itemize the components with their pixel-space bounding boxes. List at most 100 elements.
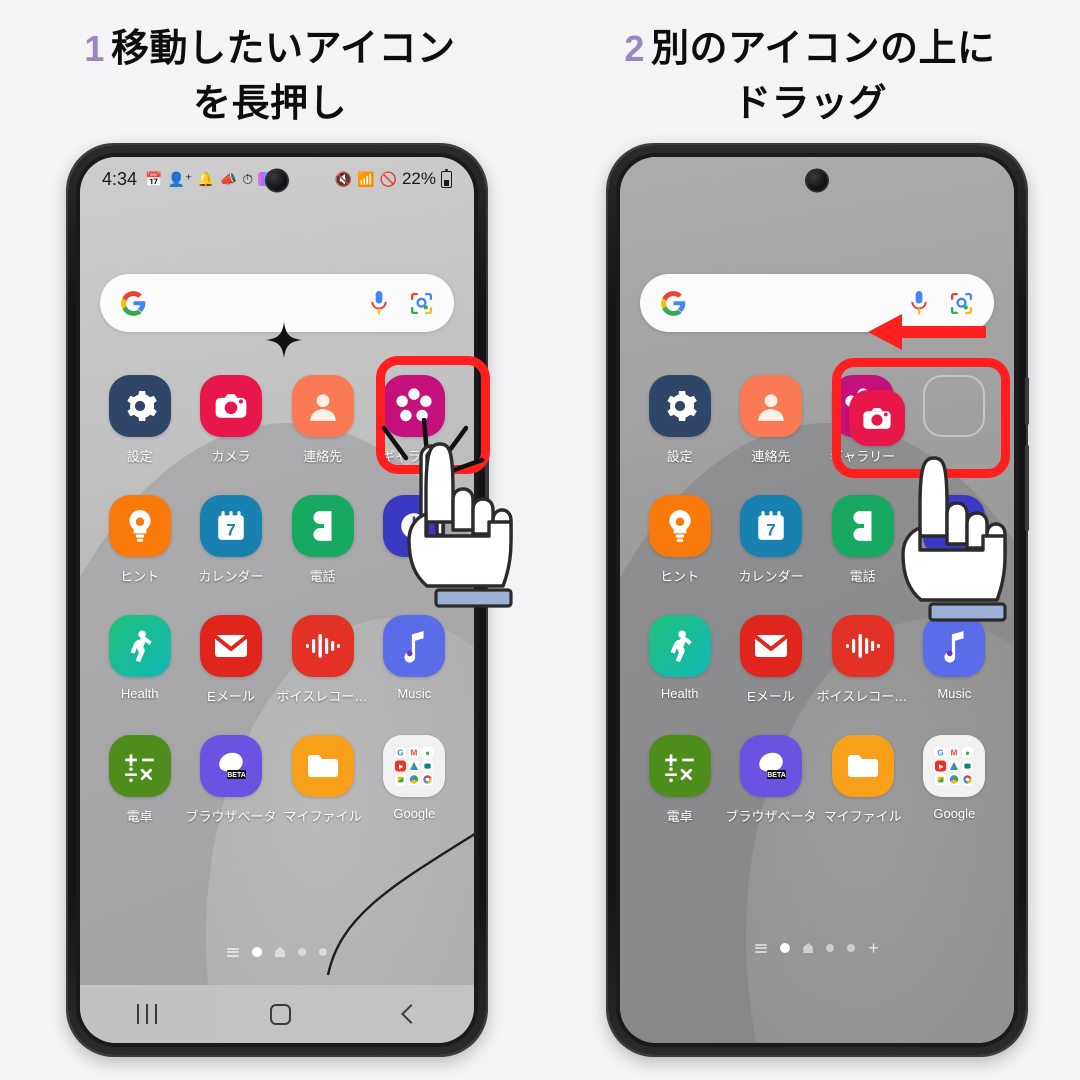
microphone-icon[interactable] bbox=[369, 290, 389, 317]
app-label: カメラ bbox=[211, 449, 251, 464]
app-label: カレンダー bbox=[198, 569, 264, 584]
app-clock[interactable]: 時計 bbox=[909, 495, 1000, 585]
app-label: 時計 bbox=[941, 569, 968, 584]
recents-icon[interactable] bbox=[136, 1004, 157, 1024]
app-calculator[interactable]: 電卓 bbox=[94, 735, 185, 825]
app-calculator[interactable]: 電卓 bbox=[634, 735, 725, 825]
step-panel-1: 1 移動したいアイコン を長押し 4:34 📅 👤⁺ 🔔 📣 ⏱ 🔇 📶 🚫 2… bbox=[0, 0, 540, 1080]
app-label: ブラウザベータ bbox=[725, 809, 817, 824]
app-calendar[interactable]: 7 カレンダー bbox=[185, 495, 276, 585]
app-google-folder[interactable]: G M ● Google bbox=[369, 735, 460, 825]
add-person-icon: 👤⁺ bbox=[167, 171, 193, 187]
app-email[interactable]: Eメール bbox=[185, 615, 276, 705]
app-tips[interactable]: ヒント bbox=[94, 495, 185, 585]
home-icon[interactable] bbox=[269, 1003, 291, 1025]
app-health[interactable]: Health bbox=[94, 615, 185, 705]
calendar-7-icon: 7 bbox=[739, 495, 802, 557]
app-gallery[interactable]: ギャラリー bbox=[369, 375, 460, 465]
app-camera[interactable]: カメラ bbox=[185, 375, 276, 465]
add-page-button[interactable]: + bbox=[868, 939, 879, 957]
megaphone-icon: 📣 bbox=[219, 171, 238, 187]
apps-list-icon[interactable] bbox=[227, 947, 239, 957]
infographic-page: 1 移動したいアイコン を長押し 4:34 📅 👤⁺ 🔔 📣 ⏱ 🔇 📶 🚫 2… bbox=[0, 0, 1080, 1080]
app-label: Google bbox=[393, 806, 436, 821]
bell-icon: 🔔 bbox=[197, 171, 215, 187]
app-label: ヒント bbox=[660, 569, 700, 584]
page-dot[interactable] bbox=[319, 948, 327, 956]
battery-icon bbox=[441, 168, 452, 188]
phone-handset-icon bbox=[291, 495, 354, 557]
gallery-flower-icon bbox=[831, 375, 905, 446]
google-folder-icon: G M ● bbox=[383, 735, 446, 797]
front-camera-punch-hole bbox=[266, 170, 288, 191]
app-music[interactable]: Music bbox=[369, 615, 460, 705]
app-email[interactable]: Eメール bbox=[725, 615, 816, 705]
app-calendar[interactable]: 7 カレンダー bbox=[725, 495, 816, 585]
camera-icon-dragged[interactable] bbox=[848, 390, 905, 446]
app-tips[interactable]: ヒント bbox=[634, 495, 725, 585]
phone-screen-2: 設定 連絡先 ギャラリー ヒント 7 カレンダー 電話 時計 Health Eメ… bbox=[620, 157, 1014, 1043]
apps-list-icon[interactable] bbox=[755, 943, 768, 953]
app-my-files[interactable]: マイファイル bbox=[277, 735, 369, 825]
app-phone[interactable]: 電話 bbox=[277, 495, 369, 585]
google-g-icon bbox=[661, 290, 686, 316]
phone-bezel: 4:34 📅 👤⁺ 🔔 📣 ⏱ 🔇 📶 🚫 22% 設定 カメラ 連絡先 ギャラ… bbox=[76, 153, 478, 1047]
clock-alarm-icon: ⏱ bbox=[242, 171, 254, 187]
google-lens-icon[interactable] bbox=[409, 291, 434, 316]
app-label: Eメール bbox=[207, 689, 255, 704]
app-google-folder[interactable]: G M ● Google bbox=[909, 735, 1000, 825]
battery-percent: 22% bbox=[401, 169, 436, 188]
app-browser-beta[interactable]: BETA ブラウザベータ bbox=[185, 735, 277, 825]
app-settings[interactable]: 設定 bbox=[94, 375, 185, 465]
svg-text:M: M bbox=[411, 748, 418, 757]
app-phone[interactable]: 電話 bbox=[817, 495, 909, 585]
my-files-folder-icon bbox=[291, 735, 354, 797]
volume-button[interactable] bbox=[485, 377, 489, 425]
home-page-icon[interactable] bbox=[275, 947, 285, 957]
status-bar-left: 4:34 📅 👤⁺ 🔔 📣 ⏱ bbox=[102, 169, 286, 190]
step-title-line2: を長押し bbox=[192, 83, 347, 126]
app-settings[interactable]: 設定 bbox=[634, 375, 725, 465]
page-dot-active[interactable] bbox=[780, 943, 791, 953]
page-indicator-1[interactable] bbox=[80, 947, 474, 957]
app-gallery-drop-target[interactable]: ギャラリー bbox=[817, 375, 909, 465]
app-clock[interactable]: 時計 bbox=[369, 495, 460, 585]
app-my-files[interactable]: マイファイル bbox=[817, 735, 909, 825]
power-button[interactable] bbox=[1025, 445, 1029, 531]
app-browser-beta[interactable]: BETA ブラウザベータ bbox=[725, 735, 817, 825]
app-voice-recorder[interactable]: ボイスレコーダ… bbox=[817, 615, 909, 705]
step-title-line1: 移動したいアイコン bbox=[110, 28, 456, 70]
page-dot-active[interactable] bbox=[252, 947, 262, 957]
app-label: マイファイル bbox=[823, 809, 902, 824]
app-contacts[interactable]: 連絡先 bbox=[277, 375, 369, 465]
svg-text:G: G bbox=[938, 748, 944, 757]
app-contacts[interactable]: 連絡先 bbox=[725, 375, 816, 465]
navigation-bar-1[interactable] bbox=[80, 985, 474, 1043]
volume-button[interactable] bbox=[1025, 377, 1029, 425]
app-voice-recorder[interactable]: ボイスレコーダ… bbox=[277, 615, 369, 705]
svg-text:M: M bbox=[951, 748, 958, 757]
google-search-bar-1[interactable] bbox=[100, 274, 454, 332]
app-label: Eメール bbox=[747, 689, 795, 704]
page-dot[interactable] bbox=[826, 944, 835, 952]
page-indicator-2[interactable]: + bbox=[620, 939, 1014, 957]
back-icon[interactable] bbox=[400, 1004, 421, 1024]
settings-gear-icon bbox=[648, 375, 711, 437]
step-number: 1 bbox=[84, 28, 105, 69]
app-health[interactable]: Health bbox=[634, 615, 725, 705]
app-label: 設定 bbox=[666, 449, 693, 464]
settings-gear-icon bbox=[108, 375, 171, 437]
mute-icon: 🔇 bbox=[334, 171, 353, 187]
app-label: 電卓 bbox=[126, 809, 153, 824]
power-button[interactable] bbox=[485, 445, 489, 531]
page-dot[interactable] bbox=[847, 944, 856, 952]
page-dot[interactable] bbox=[298, 948, 306, 956]
app-label: ボイスレコーダ… bbox=[816, 689, 909, 704]
app-label: Music bbox=[397, 686, 432, 701]
svg-text:7: 7 bbox=[766, 521, 775, 540]
email-envelope-icon bbox=[199, 615, 262, 677]
empty-slot[interactable] bbox=[909, 375, 1000, 465]
home-page-icon[interactable] bbox=[803, 943, 814, 953]
do-not-disturb-icon: 🚫 bbox=[379, 171, 397, 187]
app-music[interactable]: Music bbox=[909, 615, 1000, 705]
